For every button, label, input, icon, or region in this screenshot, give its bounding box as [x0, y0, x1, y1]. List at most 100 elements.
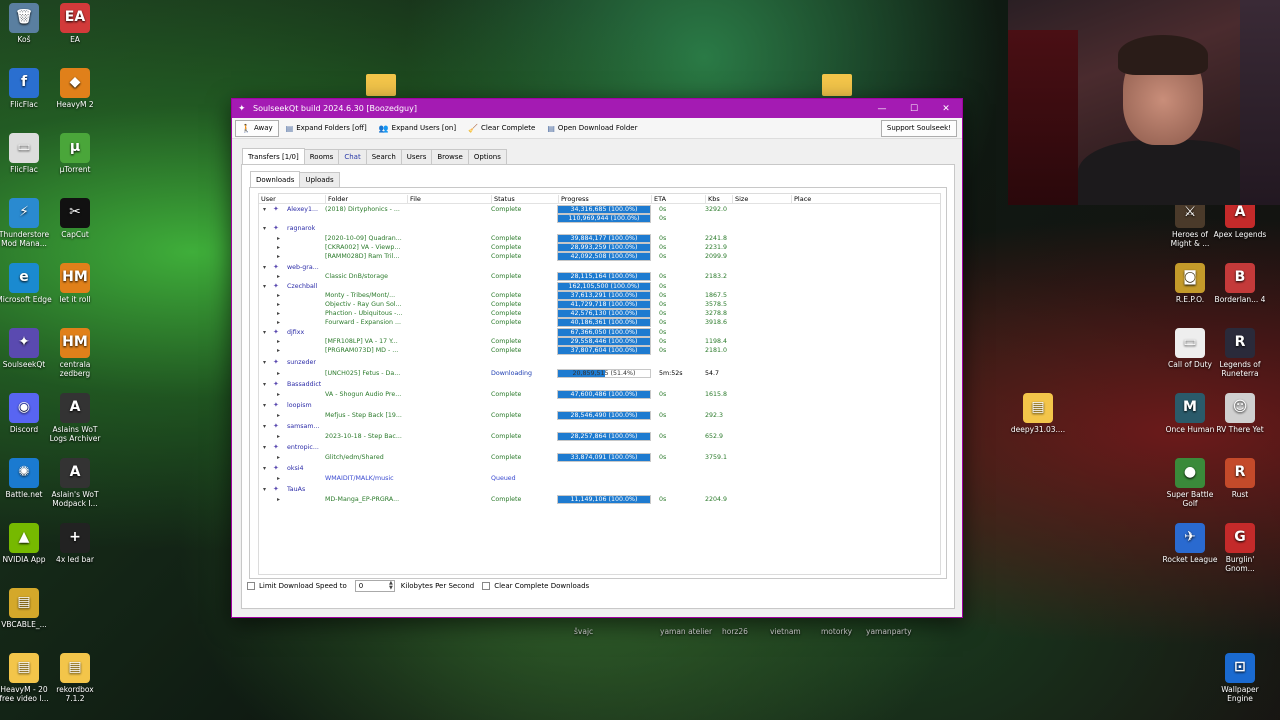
desktop-left-icon-17[interactable]: +4x led bar	[46, 523, 104, 564]
expand-arrow-icon[interactable]: ▸	[277, 390, 280, 399]
user-row[interactable]: ▾ ✦ Bassaddict	[259, 380, 940, 389]
table-row[interactable]: ▸ Phaction - Ubiquitous -... Complete 42,57…	[259, 309, 940, 318]
table-row[interactable]: ▸ Classic DnB/storage Complete 28,115,164 (…	[259, 272, 940, 281]
expand-arrow-icon[interactable]: ▸	[277, 243, 280, 252]
user-name[interactable]: TauAs	[287, 485, 305, 494]
desktop-left-icon-7[interactable]: ✂ CapCut	[46, 198, 104, 239]
user-name[interactable]: oksi4	[287, 464, 304, 473]
table-row[interactable]: ▸ [2020-10-09] Quadran... Complete 39,884,1…	[259, 234, 940, 243]
clear-complete-button[interactable]: 🧹 Clear Complete	[463, 120, 540, 137]
tab-browse[interactable]: Browse	[431, 149, 469, 164]
desktop-right-icon-5[interactable]: R Legends of Runeterra	[1211, 328, 1269, 379]
expand-arrow-icon[interactable]: ▾	[263, 401, 266, 410]
desktop-right-icon-13[interactable]: ⊡ Wallpaper Engine	[1211, 653, 1269, 704]
expand-arrow-icon[interactable]: ▾	[263, 282, 266, 291]
column-header-size[interactable]: Size	[732, 195, 748, 204]
tab-chat[interactable]: Chat	[338, 149, 367, 164]
open-download-folder-button[interactable]: ▤ Open Download Folder	[542, 120, 642, 137]
expand-arrow-icon[interactable]: ▸	[277, 272, 280, 281]
desktop-left-icon-18[interactable]: ▤ VBCABLE_...	[0, 588, 53, 629]
table-row[interactable]: ▸ Monty - Tribes/Mont/... Complete 37,613,2…	[259, 291, 940, 300]
tab-options[interactable]: Options	[467, 149, 507, 164]
expand-arrow-icon[interactable]: ▸	[277, 309, 280, 318]
expand-arrow-icon[interactable]: ▸	[277, 453, 280, 462]
desktop-left-icon-3[interactable]: ◆ HeavyM 2	[46, 68, 104, 109]
support-soulseek-button[interactable]: Support Soulseek!	[880, 119, 957, 137]
desktop-right-icon-8[interactable]: ☺ RV There Yet	[1211, 393, 1269, 434]
tab-users[interactable]: Users	[400, 149, 433, 164]
desktop-left-icon-20[interactable]: ▤ rekordbox 7.1.2	[46, 653, 104, 704]
user-name[interactable]: ragnarok	[287, 224, 315, 233]
desktop-left-icon-13[interactable]: A Aslains WoT Logs Archiver	[46, 393, 104, 444]
user-row[interactable]: ▾ ✦ djfixx 67,366,050 (100.0%) 0s	[259, 328, 940, 337]
limit-speed-checkbox[interactable]	[247, 582, 255, 590]
table-row[interactable]: ▸ 2023-10-18 - Step Bac... Complete 28,257,…	[259, 432, 940, 441]
desktop-right-icon-10[interactable]: R Rust	[1211, 458, 1269, 499]
expand-arrow-icon[interactable]: ▸	[277, 291, 280, 300]
table-row[interactable]: ▸ [CKRA002] VA - Viewp... Complete 28,993,2…	[259, 243, 940, 252]
desktop-folder-label[interactable]: švajc	[574, 627, 593, 636]
user-row[interactable]: ▾ ✦ oksi4	[259, 464, 940, 473]
desktop-folder-label[interactable]: horz26	[722, 627, 748, 636]
table-row[interactable]: 110,969,944 (100.0%) 0s	[259, 214, 940, 223]
column-header-status[interactable]: Status	[491, 195, 515, 204]
table-row[interactable]: ▸ Glitch/edm/Shared Complete 33,874,091 (10…	[259, 453, 940, 462]
expand-arrow-icon[interactable]: ▾	[263, 328, 266, 337]
desktop-folder-icon[interactable]	[366, 74, 396, 96]
clear-complete-downloads-checkbox[interactable]	[482, 582, 491, 590]
expand-arrow-icon[interactable]: ▾	[263, 464, 266, 473]
column-header-folder[interactable]: Folder	[325, 195, 348, 204]
table-row[interactable]: ▸ VA - Shogun Audio Pre... Complete 47,600,…	[259, 390, 940, 399]
user-name[interactable]: samsam...	[287, 422, 320, 431]
expand-arrow-icon[interactable]: ▸	[277, 495, 280, 504]
desktop-folder-label[interactable]: motorky	[821, 627, 852, 636]
expand-arrow-icon[interactable]: ▾	[263, 358, 266, 367]
expand-arrow-icon[interactable]: ▾	[263, 443, 266, 452]
speed-limit-input[interactable]: 0 ▲ ▼	[354, 580, 395, 592]
desktop-folder-label[interactable]: yaman atelier	[660, 627, 712, 636]
table-row[interactable]: ▸ [RAMM028D] Ram Tril... Complete 42,092,50…	[259, 252, 940, 261]
expand-arrow-icon[interactable]: ▸	[277, 369, 280, 378]
spinner-arrows-icon[interactable]: ▲ ▼	[389, 581, 393, 591]
tab-search[interactable]: Search	[365, 149, 402, 164]
subtab-downloads[interactable]: Downloads	[250, 171, 301, 187]
user-row[interactable]: ▾ ✦ TauAs	[259, 485, 940, 494]
table-row[interactable]: ▸ Fourward - Expansion ... Complete 40,186,…	[259, 318, 940, 327]
subtab-uploads[interactable]: Uploads	[299, 172, 340, 187]
column-header-progress[interactable]: Progress	[558, 195, 589, 204]
expand-arrow-icon[interactable]: ▸	[277, 234, 280, 243]
minimize-button[interactable]: —	[866, 99, 898, 118]
user-name[interactable]: entropic...	[287, 443, 319, 452]
close-button[interactable]: ✕	[930, 99, 962, 118]
user-name[interactable]: sunzeder	[287, 358, 316, 367]
desktop-left-icon-11[interactable]: HM centrala zedberg	[46, 328, 104, 379]
expand-arrow-icon[interactable]: ▾	[263, 485, 266, 494]
away-button[interactable]: 🚶 Away	[235, 119, 279, 137]
table-row[interactable]: ▸ Mefjus - Step Back [19... Complete 28,546…	[259, 411, 940, 420]
expand-arrow-icon[interactable]: ▸	[277, 318, 280, 327]
table-row[interactable]: ▸ [MFR108LP] VA - 17 Y... Complete 29,558,4…	[259, 337, 940, 346]
column-header-user[interactable]: User	[259, 195, 276, 204]
user-name[interactable]: loopism	[287, 401, 312, 410]
column-header-place[interactable]: Place	[791, 195, 811, 204]
expand-users-button[interactable]: 👥 Expand Users [on]	[374, 120, 461, 137]
expand-arrow-icon[interactable]: ▾	[263, 205, 266, 214]
user-name[interactable]: web-gra...	[287, 263, 319, 272]
user-row[interactable]: ▾ ✦ sunzeder	[259, 358, 940, 367]
expand-arrow-icon[interactable]: ▸	[277, 411, 280, 420]
table-row[interactable]: ▸ Objectiv - Ray Gun Sol... Complete 41,729…	[259, 300, 940, 309]
desktop-right-icon-12[interactable]: G Burglin' Gnom...	[1211, 523, 1269, 574]
expand-arrow-icon[interactable]: ▾	[263, 224, 266, 233]
user-name[interactable]: djfixx	[287, 328, 304, 337]
desktop-left-icon-5[interactable]: µ µTorrent	[46, 133, 104, 174]
user-row[interactable]: ▾ ✦ entropic...	[259, 443, 940, 452]
desktop-right-icon-6[interactable]: ▤ deepy31.03....	[1009, 393, 1067, 434]
table-row[interactable]: ▸ [UNCH025] Fetus - Da... Downloading 20,85…	[259, 369, 940, 378]
table-row[interactable]: ▸ WMAIDIT/MALK/music Queued	[259, 474, 940, 483]
desktop-left-icon-9[interactable]: HM let it roll	[46, 263, 104, 304]
user-name[interactable]: Bassaddict	[287, 380, 321, 389]
table-row[interactable]: ▸ [PRGRAM073D] MD - ... Complete 37,807,604…	[259, 346, 940, 355]
tab-rooms[interactable]: Rooms	[303, 149, 340, 164]
desktop-folder-icon[interactable]	[822, 74, 852, 96]
user-name[interactable]: Alexey1...	[287, 205, 318, 214]
